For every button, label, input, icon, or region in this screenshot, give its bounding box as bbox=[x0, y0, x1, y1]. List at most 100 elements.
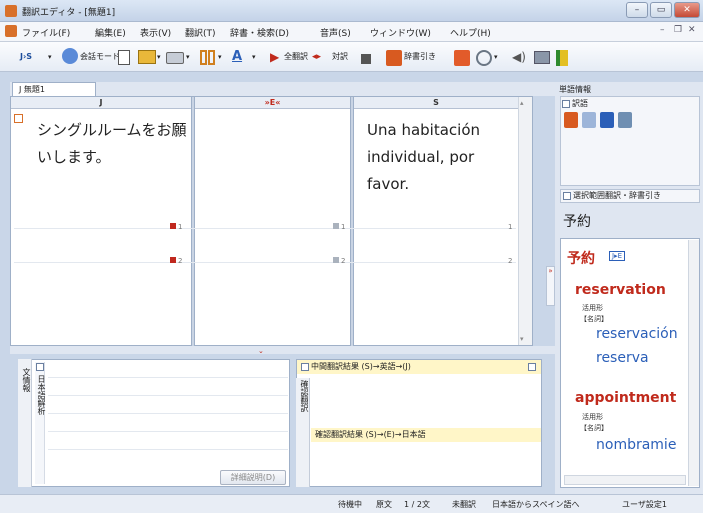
detail-explanation-button[interactable]: 詳細説明(D) bbox=[220, 470, 286, 485]
tab-document[interactable]: J 無題1 bbox=[12, 82, 96, 96]
sentence-info-label: 文情報 bbox=[22, 368, 31, 392]
translate-all-button[interactable]: 全翻訳 bbox=[284, 48, 308, 66]
conversation-mode-button[interactable]: 会話モード bbox=[80, 48, 120, 66]
search-word-icon[interactable] bbox=[582, 112, 596, 128]
pos-label-2: 【名詞】 bbox=[580, 424, 608, 432]
row-separator bbox=[14, 228, 516, 229]
menu-view[interactable]: 表示(V) bbox=[140, 26, 171, 39]
intermediate-toggle-checkbox[interactable] bbox=[528, 363, 536, 371]
conjugation-label-1: 活用形 bbox=[582, 304, 603, 312]
menu-dictionary[interactable]: 辞書・検索(D) bbox=[230, 26, 289, 39]
alternate-words-label: 訳語 bbox=[562, 98, 588, 109]
stop-icon[interactable] bbox=[361, 54, 371, 64]
column-divider[interactable] bbox=[191, 97, 195, 346]
maximize-button[interactable]: ▭ bbox=[650, 2, 672, 18]
chevron-down-icon[interactable]: ▾ bbox=[252, 48, 256, 66]
word-info-header: 単語情報 bbox=[559, 85, 591, 94]
row-separator bbox=[48, 377, 288, 378]
pos-label-1: 【名詞】 bbox=[580, 315, 608, 323]
alternate-words-checkbox[interactable] bbox=[562, 99, 570, 108]
source-sentence[interactable]: シングルルームをお願いします。 bbox=[37, 117, 187, 171]
status-user-settings: ユーザ設定1 bbox=[622, 500, 667, 509]
confirm-translation-label: 確認翻訳 bbox=[300, 380, 309, 412]
menu-translate[interactable]: 翻訳(T) bbox=[185, 26, 216, 39]
column-header-s: S bbox=[354, 97, 518, 109]
translation-2a[interactable]: nombramie bbox=[596, 437, 688, 453]
parallel-arrows-icon[interactable]: ◂▸ bbox=[312, 48, 321, 66]
menu-help[interactable]: ヘルプ(H) bbox=[450, 26, 491, 39]
chevron-down-icon[interactable]: ▾ bbox=[218, 48, 222, 66]
panel-splitter[interactable] bbox=[10, 346, 555, 354]
register-word-icon[interactable] bbox=[618, 112, 632, 128]
lookup-query: 予約 bbox=[563, 214, 591, 230]
row-separator bbox=[14, 262, 516, 263]
pane-right-icon[interactable] bbox=[208, 50, 215, 65]
chevron-down-icon[interactable]: ▾ bbox=[186, 48, 190, 66]
column-divider[interactable] bbox=[350, 97, 354, 346]
row-separator bbox=[48, 395, 288, 396]
japanese-analysis-label: 日本語解析 bbox=[37, 375, 46, 415]
dictionary-lookup-button[interactable]: 辞書引き bbox=[404, 48, 436, 66]
row-marker-j1: 1 bbox=[170, 223, 182, 231]
menu-voice[interactable]: 音声(S) bbox=[320, 26, 351, 39]
row-flag-icon bbox=[170, 223, 176, 229]
dictionary-hscrollbar[interactable] bbox=[564, 475, 686, 485]
collapse-chevron-icon[interactable]: ⌄ bbox=[258, 347, 264, 355]
word-icon[interactable] bbox=[454, 50, 470, 66]
font-icon[interactable]: A bbox=[232, 48, 242, 66]
app-icon bbox=[5, 5, 17, 17]
analysis-checkbox[interactable] bbox=[36, 363, 44, 371]
chevron-down-icon[interactable]: ▾ bbox=[157, 48, 161, 66]
window-title: 翻訳エディタ - [無題1] bbox=[22, 8, 116, 18]
status-sentence-position: 1 / 2文 bbox=[404, 500, 430, 509]
selection-lookup-bar: 選択範囲翻訳・辞書引き bbox=[560, 189, 700, 203]
dictionary-scrollbar[interactable] bbox=[688, 240, 699, 486]
keyboard-icon[interactable] bbox=[534, 51, 550, 64]
minimize-button[interactable]: – bbox=[626, 2, 648, 18]
scroll-up-icon[interactable]: ▴ bbox=[520, 99, 524, 107]
intermediate-checkbox[interactable] bbox=[301, 362, 309, 371]
editor-scrollbar[interactable] bbox=[518, 97, 532, 345]
row-number-s2: 2 bbox=[508, 257, 513, 265]
play-icon[interactable]: ▶ bbox=[270, 48, 279, 66]
direction-button[interactable]: J›S bbox=[20, 48, 32, 66]
pane-left-icon[interactable] bbox=[200, 50, 207, 65]
scroll-down-icon[interactable]: ▾ bbox=[520, 335, 524, 343]
search-icon[interactable] bbox=[476, 50, 492, 66]
row-number-s1: 1 bbox=[508, 223, 513, 231]
edit-marker-icon bbox=[14, 114, 23, 123]
row-separator bbox=[48, 449, 288, 450]
sentence-info-panel bbox=[18, 359, 290, 487]
meaning-word-1[interactable]: reservation bbox=[575, 282, 666, 298]
translation-1b[interactable]: reserva bbox=[596, 350, 649, 366]
upload-word-icon[interactable] bbox=[564, 112, 578, 128]
close-button[interactable]: ✕ bbox=[674, 2, 700, 18]
menu-edit[interactable]: 編集(E) bbox=[95, 26, 126, 39]
new-document-icon[interactable] bbox=[118, 50, 130, 65]
mdi-restore-button[interactable]: ❐ bbox=[674, 25, 682, 35]
selection-lookup-checkbox[interactable] bbox=[563, 191, 571, 200]
mdi-close-button[interactable]: ✕ bbox=[688, 25, 696, 35]
status-state: 待機中 bbox=[338, 500, 362, 509]
translation-1a[interactable]: reservación bbox=[596, 326, 678, 342]
doc-icon bbox=[5, 25, 17, 37]
parallel-translate-button[interactable]: 対訳 bbox=[332, 48, 348, 66]
chevron-down-icon[interactable]: ▾ bbox=[494, 48, 498, 66]
open-folder-icon[interactable] bbox=[138, 50, 156, 64]
mdi-minimize-button[interactable]: – bbox=[660, 25, 665, 35]
expand-right-panel-button[interactable]: » bbox=[546, 266, 555, 306]
chevron-down-icon[interactable]: ▾ bbox=[48, 48, 52, 66]
speaker-icon[interactable]: ◀) bbox=[512, 48, 526, 66]
printer-icon[interactable] bbox=[166, 52, 184, 64]
dictionary-word-icon[interactable] bbox=[600, 112, 614, 128]
status-type: 原文 bbox=[376, 500, 392, 509]
menu-file[interactable]: ファイル(F) bbox=[22, 26, 70, 39]
status-direction: 日本語からスペイン語へ bbox=[492, 500, 580, 509]
bookmark-icon[interactable] bbox=[556, 50, 568, 66]
dictionary-icon[interactable] bbox=[386, 50, 402, 66]
meaning-word-2[interactable]: appointment bbox=[575, 390, 700, 406]
target-sentence[interactable]: Una habitación individual, por favor. bbox=[367, 117, 512, 198]
speech-bubble-icon[interactable] bbox=[62, 48, 78, 64]
menu-window[interactable]: ウィンドウ(W) bbox=[370, 26, 431, 39]
status-untranslated: 未翻訳 bbox=[452, 500, 476, 509]
